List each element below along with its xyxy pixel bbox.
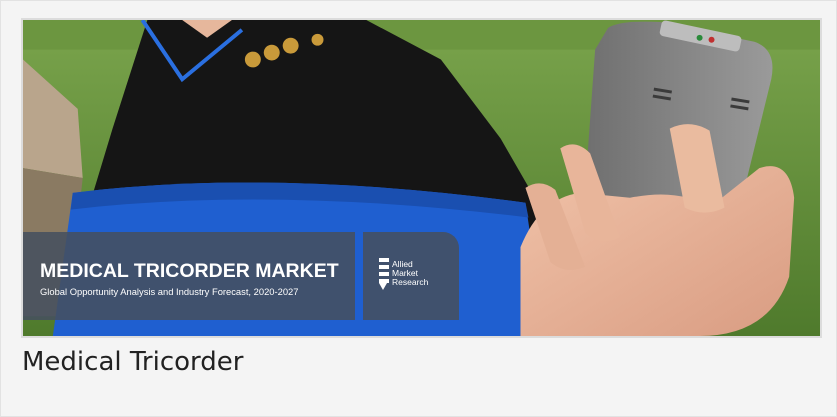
logo-icon xyxy=(379,258,389,290)
banner-subtitle: Global Opportunity Analysis and Industry… xyxy=(40,286,299,297)
card-caption[interactable]: Medical Tricorder xyxy=(22,347,243,377)
article-card[interactable]: MEDICAL TRICORDER MARKET Global Opportun… xyxy=(0,0,837,417)
banner-title: MEDICAL TRICORDER MARKET xyxy=(40,260,339,282)
banner-title-box: MEDICAL TRICORDER MARKET Global Opportun… xyxy=(23,232,355,320)
logo-line-3: Research xyxy=(392,277,429,287)
feature-image[interactable]: MEDICAL TRICORDER MARKET Global Opportun… xyxy=(21,18,822,338)
logo: Allied Market Research xyxy=(363,232,459,320)
